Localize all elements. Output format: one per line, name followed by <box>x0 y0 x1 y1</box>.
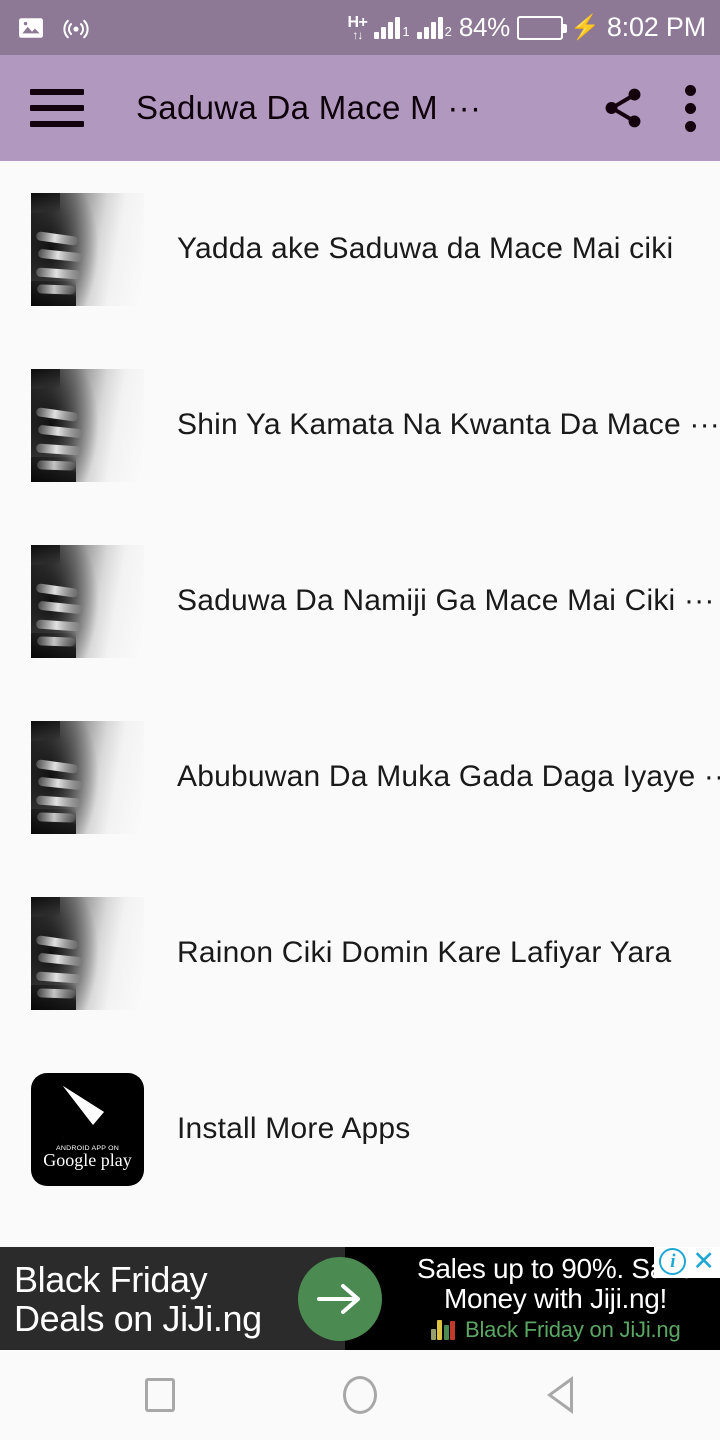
ad-info-icon[interactable]: i <box>659 1248 687 1275</box>
image-icon <box>18 17 44 39</box>
install-more-apps-item[interactable]: ANDROID APP ON Google play Install More … <box>0 1041 720 1217</box>
install-more-apps-label: Install More Apps <box>177 1112 411 1145</box>
article-thumbnail <box>31 720 144 834</box>
ad-footer: Black Friday on JiJi.ng <box>430 1317 681 1343</box>
charging-bolt-icon: ⚡ <box>569 13 600 41</box>
ad-headline-line1: Black Friday <box>14 1258 208 1300</box>
article-thumbnail <box>31 896 144 1010</box>
ad-close-icon[interactable]: ✕ <box>692 1248 715 1275</box>
list-item-label: Shin Ya Kamata Na Kwanta Da Mace ··· <box>177 408 720 441</box>
play-badge-line1: ANDROID APP ON <box>56 1144 119 1152</box>
app-toolbar: Saduwa Da Mace M ··· <box>0 55 720 161</box>
network-type-icon: H+ ↑↓ <box>347 15 367 42</box>
status-bar: H+ ↑↓ 1 2 84% ⚡ 8:02 PM <box>0 0 720 55</box>
list-item[interactable]: Rainon Ciki Domin Kare Lafiyar Yara <box>0 865 720 1041</box>
article-thumbnail <box>31 544 144 658</box>
list-item-label: Abubuwan Da Muka Gada Daga Iyaye ··· <box>177 760 720 793</box>
article-list: Yadda ake Saduwa da Mace Mai ciki Shin Y… <box>0 161 720 1247</box>
battery-icon <box>516 15 567 40</box>
ad-banner[interactable]: Black Friday Deals on JiJi.ng Sales up t… <box>0 1247 720 1350</box>
article-thumbnail <box>31 192 144 306</box>
ad-subtext-line2: Money with Jiji.ng! <box>443 1283 668 1314</box>
hamburger-menu-icon[interactable] <box>30 89 84 127</box>
clock-label: 8:02 PM <box>606 12 706 42</box>
list-item[interactable]: Abubuwan Da Muka Gada Daga Iyaye ··· <box>0 689 720 865</box>
ad-footer-label: Black Friday on JiJi.ng <box>465 1317 681 1342</box>
list-item[interactable]: Saduwa Da Namiji Ga Mace Mai Ciki ··· <box>0 513 720 689</box>
battery-percent-label: 84% <box>458 12 510 42</box>
page-title: Saduwa Da Mace M ··· <box>136 89 482 126</box>
list-item[interactable]: Shin Ya Kamata Na Kwanta Da Mace ··· <box>0 337 720 513</box>
list-item[interactable]: Yadda ake Saduwa da Mace Mai ciki <box>0 161 720 337</box>
back-triangle-icon[interactable] <box>515 1350 605 1440</box>
status-bar-right-icons: H+ ↑↓ 1 2 84% ⚡ 8:02 PM <box>347 12 706 43</box>
list-item-label: Rainon Ciki Domin Kare Lafiyar Yara <box>177 936 672 969</box>
ad-headline: Black Friday Deals on JiJi.ng <box>14 1260 262 1338</box>
list-item-label: Saduwa Da Namiji Ga Mace Mai Ciki ··· <box>177 584 715 617</box>
sim2-signal-icon: 2 <box>416 16 452 39</box>
arrow-right-icon[interactable] <box>298 1256 382 1341</box>
jiji-logo-icon <box>430 1320 455 1340</box>
ad-subtext-line1: Sales up to 90%. Save <box>417 1253 694 1284</box>
list-item-label: Yadda ake Saduwa da Mace Mai ciki <box>177 232 674 265</box>
toolbar-actions <box>600 84 696 132</box>
ad-controls: i ✕ <box>654 1247 720 1278</box>
network-arrows-label: ↑↓ <box>352 28 363 42</box>
play-badge-line2: Google play <box>43 1149 132 1170</box>
recents-square-icon[interactable] <box>115 1350 205 1440</box>
ad-headline-line2: Deals on JiJi.ng <box>14 1297 262 1339</box>
system-navigation-bar <box>0 1350 720 1440</box>
sim2-label: 2 <box>444 23 452 39</box>
article-thumbnail <box>31 368 144 482</box>
google-play-badge-icon: ANDROID APP ON Google play <box>31 1072 144 1186</box>
sim1-signal-icon: 1 <box>374 16 410 39</box>
share-icon[interactable] <box>600 85 646 131</box>
ad-headline-panel[interactable]: Black Friday Deals on JiJi.ng <box>0 1247 345 1350</box>
app-screen: H+ ↑↓ 1 2 84% ⚡ 8:02 PM Saduwa Da Mace M… <box>0 0 720 1440</box>
home-circle-icon[interactable] <box>315 1350 405 1440</box>
hotspot-icon <box>62 15 90 41</box>
sim1-label: 1 <box>402 23 410 39</box>
overflow-menu-icon[interactable] <box>684 84 696 132</box>
status-bar-left-icons <box>18 15 90 41</box>
